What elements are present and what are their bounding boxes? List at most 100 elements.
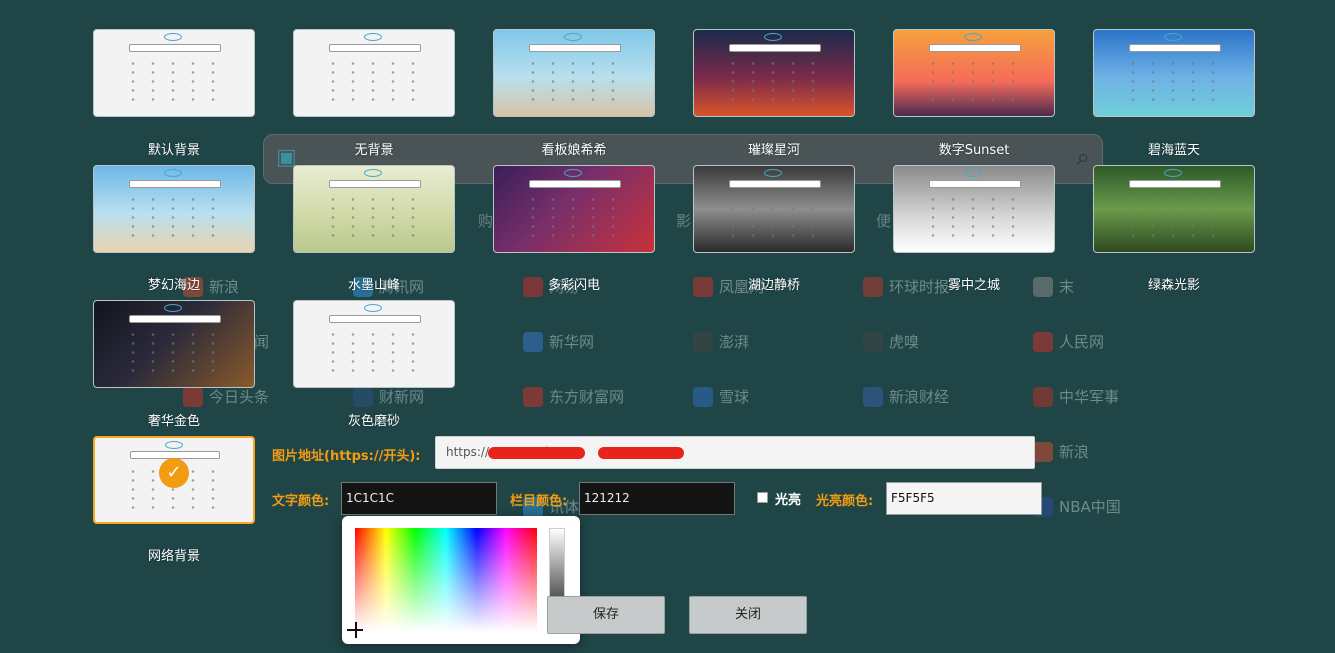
- bar-color-input[interactable]: 121212: [579, 482, 735, 515]
- text-color-label: 文字颜色:: [272, 494, 330, 509]
- site-link[interactable]: 新浪财经: [863, 386, 949, 407]
- site-label: 中华军事: [1059, 388, 1120, 406]
- site-link[interactable]: 东方财富网: [523, 386, 624, 407]
- site-link[interactable]: 人民网: [1033, 331, 1104, 352]
- mini-link-grid: [922, 195, 1026, 239]
- theme-caption: 数字Sunset: [938, 143, 1010, 158]
- fish-logo-icon: [364, 33, 383, 42]
- site-icon: [183, 386, 203, 407]
- site-link[interactable]: 财新网: [353, 386, 424, 407]
- theme-thumbnail[interactable]: [293, 29, 455, 117]
- site-icon: [863, 386, 883, 407]
- theme-thumbnail[interactable]: [1093, 165, 1255, 253]
- color-picker: [342, 516, 580, 644]
- redaction-mark: [488, 447, 585, 459]
- site-icon: [523, 331, 543, 352]
- mini-search-bar: [529, 179, 621, 188]
- site-icon: [523, 386, 543, 407]
- site-icon: [1033, 386, 1053, 407]
- theme-caption: 绿森光影: [1147, 278, 1200, 293]
- site-link[interactable]: 新浪: [1033, 441, 1089, 462]
- theme-caption: 看板娘希希: [541, 143, 607, 158]
- glow-color-input[interactable]: F5F5F5: [886, 482, 1042, 515]
- fish-logo-icon: [964, 169, 983, 178]
- mini-search-bar: [129, 43, 221, 52]
- theme-caption: 网络背景: [147, 549, 200, 564]
- mini-link-grid: [522, 59, 626, 103]
- site-label: 新华网: [549, 333, 595, 351]
- text-color-input[interactable]: 1C1C1C: [341, 482, 497, 515]
- glow-label: 光亮: [775, 493, 802, 508]
- site-link[interactable]: 新华网: [523, 331, 594, 352]
- mini-search-bar: [1129, 179, 1221, 188]
- image-url-label: 图片地址(https://开头):: [272, 449, 421, 464]
- site-label: 虎嗅: [889, 333, 920, 351]
- fish-logo-icon: [164, 169, 183, 178]
- fish-logo-icon: [564, 33, 583, 42]
- theme-thumbnail[interactable]: [293, 300, 455, 388]
- site-label: 人民网: [1059, 333, 1105, 351]
- fish-logo-icon: [364, 304, 383, 313]
- theme-thumbnail[interactable]: [93, 29, 255, 117]
- theme-caption: 碧海蓝天: [1147, 143, 1200, 158]
- theme-caption: 梦幻海边: [147, 278, 200, 293]
- fish-logo-icon: [364, 169, 383, 178]
- theme-thumbnail[interactable]: [93, 165, 255, 253]
- theme-thumbnail[interactable]: [693, 165, 855, 253]
- theme-caption: 雾中之城: [947, 278, 1000, 293]
- mini-link-grid: [722, 195, 826, 239]
- close-button[interactable]: 关闭: [689, 596, 807, 634]
- fish-logo-icon: [164, 441, 183, 450]
- glow-color-label: 光亮颜色:: [816, 494, 874, 509]
- mini-link-grid: [922, 59, 1026, 103]
- theme-thumbnail[interactable]: [693, 29, 855, 117]
- mini-search-bar: [1129, 43, 1221, 52]
- site-label: 新浪财经: [889, 388, 950, 406]
- site-link[interactable]: 中华军事: [1033, 386, 1119, 407]
- theme-thumbnail[interactable]: [93, 300, 255, 388]
- mini-link-grid: [122, 195, 226, 239]
- site-label: 今日头条: [209, 388, 270, 406]
- mini-search-bar: [729, 179, 821, 188]
- theme-thumbnail[interactable]: [893, 29, 1055, 117]
- site-link[interactable]: 雪球: [693, 386, 749, 407]
- glow-checkbox[interactable]: [757, 492, 768, 503]
- theme-thumbnail[interactable]: [1093, 29, 1255, 117]
- site-label: 东方财富网: [549, 388, 625, 406]
- theme-caption: 灰色磨砂: [347, 414, 400, 429]
- site-label: 财新网: [379, 388, 425, 406]
- mini-link-grid: [522, 195, 626, 239]
- theme-caption: 水墨山峰: [347, 278, 400, 293]
- nav-hint: 便: [876, 212, 892, 230]
- mini-link-grid: [322, 195, 426, 239]
- site-link[interactable]: 今日头条: [183, 386, 269, 407]
- fish-logo-icon: [964, 33, 983, 42]
- search-icon[interactable]: ⌕: [1077, 143, 1090, 171]
- mini-link-grid: [1122, 59, 1226, 103]
- bar-color-label: 栏目颜色:: [510, 494, 568, 509]
- theme-thumbnail[interactable]: [893, 165, 1055, 253]
- mini-link-grid: [122, 330, 226, 374]
- theme-thumbnail[interactable]: [293, 165, 455, 253]
- site-link[interactable]: NBA中国: [1033, 496, 1121, 517]
- color-spectrum[interactable]: [355, 528, 537, 632]
- site-label: 新浪: [1059, 443, 1090, 461]
- theme-thumbnail[interactable]: [493, 29, 655, 117]
- mini-link-grid: [122, 59, 226, 103]
- site-label: 雪球: [719, 388, 750, 406]
- fish-logo-icon: [764, 169, 783, 178]
- mini-search-bar: [129, 314, 221, 323]
- fish-logo-icon: [1164, 169, 1183, 178]
- theme-thumbnail[interactable]: [493, 165, 655, 253]
- mini-search-bar: [529, 43, 621, 52]
- theme-thumbnail[interactable]: ✓: [93, 436, 255, 524]
- save-button[interactable]: 保存: [547, 596, 665, 634]
- mini-search-bar: [929, 43, 1021, 52]
- site-icon: [693, 331, 713, 352]
- mini-search-bar: [729, 43, 821, 52]
- site-label: 末: [1059, 278, 1075, 296]
- site-link[interactable]: 澎湃: [693, 331, 749, 352]
- mini-search-bar: [329, 43, 421, 52]
- site-link[interactable]: 虎嗅: [863, 331, 919, 352]
- picker-cursor[interactable]: [355, 622, 357, 638]
